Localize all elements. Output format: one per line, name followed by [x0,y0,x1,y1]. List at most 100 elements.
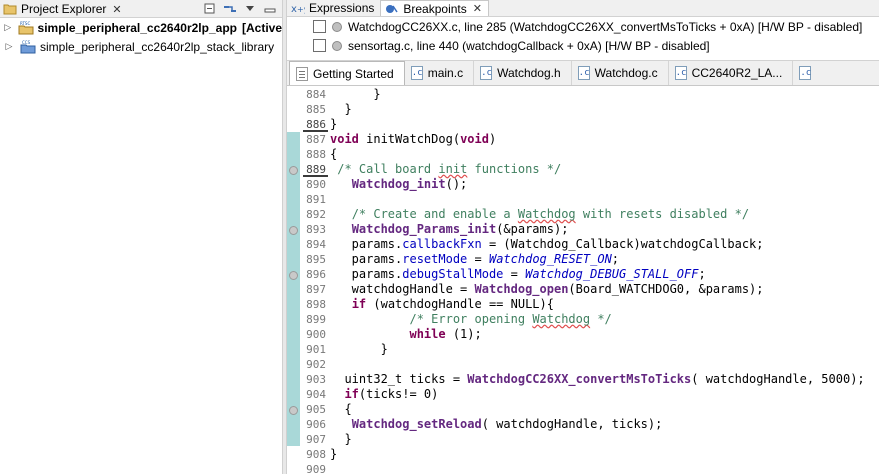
breakpoint-label: WatchdogCC26XX.c, line 285 (WatchdogCC26… [348,19,863,34]
code-line[interactable]: } [330,87,879,102]
project-explorer-tabbar: Project Explorer ✕ [0,0,282,18]
c-file-icon: .c [799,66,812,80]
code-line[interactable]: /* Call board init functions */ [330,162,879,177]
line-number[interactable]: 901 [300,342,328,357]
tab-sensortag-c[interactable]: .c [793,61,826,85]
code-line[interactable]: /* Error opening Watchdog */ [330,312,879,327]
code-line[interactable]: uint32_t ticks = WatchdogCC26XX_convertM… [330,372,879,387]
code-line[interactable]: } [330,447,879,462]
breakpoints-view: x+y Expressions Breakpoints ✕ WatchdogCC… [287,0,879,60]
tab-expressions[interactable]: x+y Expressions [287,0,380,16]
project-explorer-tab-label: Project Explorer [21,2,107,16]
active-marker: [Active [241,20,282,35]
project-explorer-icon [3,3,17,15]
line-number[interactable]: 908 [300,447,328,462]
line-number-gutter[interactable]: 884 885 886 887 888 889 890 891 892 893 894 895 896 8… [300,87,328,474]
code-line[interactable]: Watchdog_init(); [330,177,879,192]
tree-item-project-stack[interactable]: ▷ CCS simple_peripheral_cc2640r2lp_stack… [0,37,282,56]
line-number[interactable]: 909 [300,462,328,474]
breakpoint-enabled-checkbox[interactable] [313,39,326,52]
folding-ruler[interactable] [287,87,300,474]
tab-watchdog-h[interactable]: .c Watchdog.h [474,61,572,85]
code-line[interactable]: if (watchdogHandle == NULL){ [330,297,879,312]
code-line[interactable]: /* Create and enable a Watchdog with res… [330,207,879,222]
line-number[interactable]: 906 [300,417,328,432]
project-explorer-tab[interactable]: Project Explorer ✕ [0,0,122,18]
breakpoint-disabled-icon [332,21,342,32]
breakpoint-label: sensortag.c, line 440 (watchdogCallback … [348,38,710,53]
line-number[interactable]: 887 [300,132,328,147]
debug-views-tabbar: x+y Expressions Breakpoints ✕ [287,0,879,17]
project-explorer-toolbar [202,0,278,18]
code-line[interactable]: watchdogHandle = Watchdog_open(Board_WAT… [330,282,879,297]
line-number[interactable]: 896 [300,267,328,282]
tab-breakpoints[interactable]: Breakpoints ✕ [380,0,489,16]
collapse-all-icon[interactable] [202,1,218,17]
line-number[interactable]: 900 [300,327,328,342]
expand-chevron-icon[interactable]: ▷ [4,22,12,33]
code-line[interactable]: if(ticks!= 0) [330,387,879,402]
expand-chevron-icon[interactable]: ▷ [4,41,14,52]
code-line[interactable]: params.debugStallMode = Watchdog_DEBUG_S… [330,267,879,282]
code-line[interactable]: Watchdog_setReload( watchdogHandle, tick… [330,417,879,432]
code-line[interactable] [330,462,879,474]
code-line[interactable] [330,192,879,207]
line-number[interactable]: 891 [300,192,328,207]
breakpoint-item[interactable]: sensortag.c, line 440 (watchdogCallback … [287,36,879,55]
code-line[interactable] [330,357,879,372]
code-line[interactable]: params.resetMode = Watchdog_RESET_ON; [330,252,879,267]
code-line[interactable]: } [330,432,879,447]
code-line[interactable]: Watchdog_Params_init(&params); [330,222,879,237]
close-icon[interactable]: ✕ [473,2,482,15]
line-number[interactable]: 902 [300,357,328,372]
c-file-icon: .c [480,66,493,80]
code-line[interactable]: { [330,402,879,417]
tab-getting-started[interactable]: Getting Started [289,61,405,85]
line-number[interactable]: 894 [300,237,328,252]
breakpoint-enabled-checkbox[interactable] [313,20,326,33]
line-number[interactable]: 889 [300,162,328,177]
breakpoint-marker-icon [289,271,298,280]
line-number[interactable]: 897 [300,282,328,297]
line-number[interactable]: 893 [300,222,328,237]
code-line[interactable]: while (1); [330,327,879,342]
code-line[interactable]: { [330,147,879,162]
tab-main-c[interactable]: .c main.c [405,61,475,85]
line-number[interactable]: 898 [300,297,328,312]
code-line[interactable]: } [330,102,879,117]
code-line[interactable]: params.callbackFxn = (Watchdog_Callback)… [330,237,879,252]
line-number[interactable]: 903 [300,372,328,387]
breakpoint-list: WatchdogCC26XX.c, line 285 (WatchdogCC26… [287,17,879,55]
project-explorer-view: Project Explorer ✕ ▷ RTSC simple_periphe… [0,0,282,474]
document-icon [296,66,308,81]
line-number[interactable]: 905 [300,402,328,417]
tab-watchdog-c[interactable]: .c Watchdog.c [572,61,669,85]
line-number[interactable]: 907 [300,432,328,447]
line-number[interactable]: 899 [300,312,328,327]
view-menu-icon[interactable] [242,1,258,17]
tab-label: main.c [427,66,464,80]
tab-cc2640r2-la[interactable]: .c CC2640R2_LA... [669,61,794,85]
breakpoint-marker-icon [289,166,298,175]
link-with-editor-icon[interactable] [222,1,238,17]
breakpoint-item[interactable]: WatchdogCC26XX.c, line 285 (WatchdogCC26… [287,17,879,36]
code-text[interactable]: } }} void initWatchDog(void){ /* Call boa… [330,87,879,474]
svg-text:CCS: CCS [22,40,31,45]
code-line[interactable]: void initWatchDog(void) [330,132,879,147]
line-number[interactable]: 885 [300,102,328,117]
line-number[interactable]: 886 [300,117,328,132]
tree-item-project-app[interactable]: ▷ RTSC simple_peripheral_cc2640r2lp_app … [0,18,282,37]
code-line[interactable]: } [330,117,879,132]
code-line[interactable]: } [330,342,879,357]
close-icon[interactable]: ✕ [112,3,121,16]
line-number[interactable]: 904 [300,387,328,402]
c-file-icon: .c [410,66,423,80]
code-area[interactable]: 884 885 886 887 888 889 890 891 892 893 894 895 896 8… [287,87,879,474]
line-number[interactable]: 892 [300,207,328,222]
line-number[interactable]: 895 [300,252,328,267]
line-number[interactable]: 888 [300,147,328,162]
line-number[interactable]: 884 [300,87,328,102]
line-number[interactable]: 890 [300,177,328,192]
tab-label: Breakpoints [403,1,467,16]
minimize-icon[interactable] [262,1,278,17]
